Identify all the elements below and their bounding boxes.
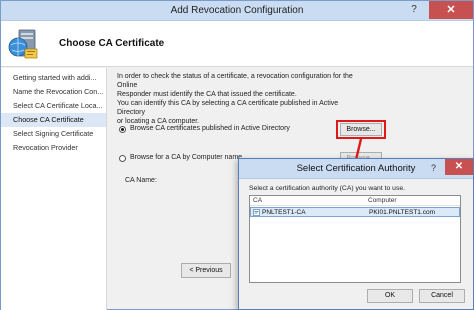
radio-browse-computer-label[interactable]: Browse for a CA by Computer name: [130, 154, 242, 161]
help-button[interactable]: ?: [407, 3, 421, 17]
certificate-server-icon: [8, 29, 38, 59]
intro-line: In order to check the status of a certif…: [117, 73, 353, 89]
step-name-configuration[interactable]: Name the Revocation Con...: [1, 85, 106, 99]
ca-name-label: CA Name:: [125, 177, 157, 184]
radio-browse-active-directory-label[interactable]: Browse CA certificates published in Acti…: [130, 125, 290, 132]
certificate-authority-icon: [253, 209, 260, 216]
wizard-title: Add Revocation Configuration: [170, 5, 304, 16]
dialog-help-button[interactable]: ?: [431, 163, 436, 173]
column-ca[interactable]: CA: [253, 197, 262, 204]
ca-list-row[interactable]: PNLTEST1-CA PKI01.PNLTEST1.com: [250, 207, 460, 217]
select-ca-dialog: Select Certification Authority ? ✕ Selec…: [238, 158, 474, 310]
wizard-titlebar: Add Revocation Configuration ? ✕: [1, 1, 473, 21]
wizard-content: In order to check the status of a certif…: [117, 72, 467, 126]
wizard-header: Choose CA Certificate: [1, 21, 473, 67]
intro-line: You can identify this CA by selecting a …: [117, 100, 339, 116]
ca-list-header: CA Computer: [250, 196, 460, 206]
step-select-ca-location[interactable]: Select CA Certificate Loca...: [1, 99, 106, 113]
wizard-steps: Getting started with addi... Name the Re…: [1, 68, 107, 310]
ca-list[interactable]: CA Computer PNLTEST1-CA PKI01.PNLTEST1.c…: [249, 195, 461, 283]
step-choose-ca-certificate[interactable]: Choose CA Certificate: [1, 113, 106, 127]
previous-button[interactable]: < Previous: [181, 263, 231, 278]
radio-browse-computer[interactable]: [119, 155, 126, 162]
step-getting-started[interactable]: Getting started with addi...: [1, 71, 106, 85]
ca-name-cell: PNLTEST1-CA: [262, 209, 306, 216]
intro-text: In order to check the status of a certif…: [117, 72, 367, 126]
dialog-message: Select a certification authority (CA) yo…: [249, 185, 406, 192]
cancel-button[interactable]: Cancel: [419, 289, 465, 303]
dialog-close-button[interactable]: ✕: [445, 159, 473, 175]
computer-cell: PKI01.PNLTEST1.com: [369, 209, 435, 216]
radio-browse-active-directory[interactable]: [119, 126, 126, 133]
ok-button[interactable]: OK: [367, 289, 413, 303]
close-button[interactable]: ✕: [429, 1, 473, 19]
page-title: Choose CA Certificate: [59, 38, 165, 49]
dialog-title: Select Certification Authority: [296, 163, 416, 174]
step-revocation-provider[interactable]: Revocation Provider: [1, 141, 106, 155]
intro-line: Responder must identify the CA that issu…: [117, 91, 297, 98]
column-computer[interactable]: Computer: [368, 197, 397, 204]
dialog-titlebar: Select Certification Authority ? ✕: [239, 159, 473, 179]
step-select-signing-certificate[interactable]: Select Signing Certificate: [1, 127, 106, 141]
